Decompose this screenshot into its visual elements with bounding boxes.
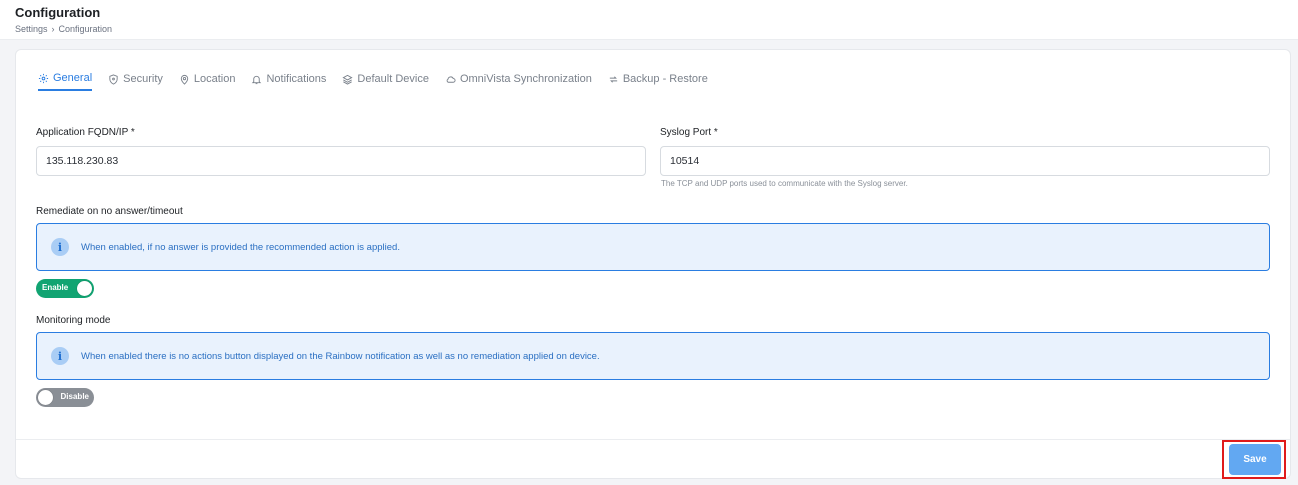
map-pin-icon: [180, 74, 189, 85]
fqdn-input[interactable]: 135.118.230.83: [36, 146, 646, 176]
cloud-icon: [446, 75, 456, 83]
toggle-knob: [77, 281, 92, 296]
syslog-port-help: The TCP and UDP ports used to communicat…: [661, 179, 908, 188]
configuration-card: General Security Location Notifications …: [15, 49, 1291, 479]
toggle-knob: [38, 390, 53, 405]
tab-label: Default Device: [357, 73, 429, 85]
shield-icon: [109, 73, 118, 85]
tab-notifications[interactable]: Notifications: [251, 63, 326, 91]
tab-label: OmniVista Synchronization: [459, 73, 592, 85]
breadcrumb-item-configuration: Configuration: [58, 24, 113, 34]
tab-label: General: [53, 72, 93, 84]
tab-general[interactable]: General: [38, 63, 93, 91]
refresh-icon: [609, 75, 617, 83]
tab-label: Security: [123, 73, 163, 85]
info-icon: i: [51, 347, 69, 365]
tab-omnivista-synchronization[interactable]: OmniVista Synchronization: [445, 63, 592, 91]
gear-icon: [38, 73, 49, 83]
remediate-info-box: i When enabled, if no answer is provided…: [36, 223, 1270, 271]
info-icon: i: [51, 238, 69, 256]
tab-label: Backup - Restore: [622, 73, 708, 85]
bell-icon: [252, 75, 262, 84]
page-title: Configuration: [15, 5, 101, 20]
monitoring-toggle[interactable]: Disable: [36, 388, 94, 407]
monitoring-info-text: When enabled there is no actions button …: [81, 350, 600, 362]
fqdn-label: Application FQDN/IP *: [36, 127, 135, 138]
tab-location[interactable]: Location: [179, 63, 236, 91]
tab-backup-restore[interactable]: Backup - Restore: [608, 63, 708, 91]
tab-label: Notifications: [266, 73, 327, 85]
monitoring-mode-label: Monitoring mode: [36, 315, 111, 326]
remediate-label: Remediate on no answer/timeout: [36, 206, 183, 217]
tab-default-device[interactable]: Default Device: [342, 63, 429, 91]
breadcrumb-separator: ›: [51, 24, 55, 34]
remediate-toggle[interactable]: Enable: [36, 279, 94, 298]
syslog-port-label: Syslog Port *: [660, 127, 718, 138]
breadcrumb-item-settings[interactable]: Settings: [15, 24, 48, 34]
save-button[interactable]: Save: [1229, 444, 1281, 475]
toggle-label: Enable: [42, 283, 69, 292]
page-header: Configuration Settings › Configuration: [0, 0, 1298, 40]
tab-bar: General Security Location Notifications …: [38, 63, 724, 93]
monitoring-info-box: i When enabled there is no actions butto…: [36, 332, 1270, 380]
syslog-port-input[interactable]: 10514: [660, 146, 1270, 176]
remediate-info-text: When enabled, if no answer is provided t…: [81, 241, 400, 253]
footer-divider: [16, 439, 1290, 440]
tab-security[interactable]: Security: [108, 63, 163, 91]
layers-icon: [342, 74, 353, 85]
toggle-label: Disable: [60, 392, 89, 401]
breadcrumb: Settings › Configuration: [15, 24, 112, 34]
tab-label: Location: [193, 73, 236, 85]
